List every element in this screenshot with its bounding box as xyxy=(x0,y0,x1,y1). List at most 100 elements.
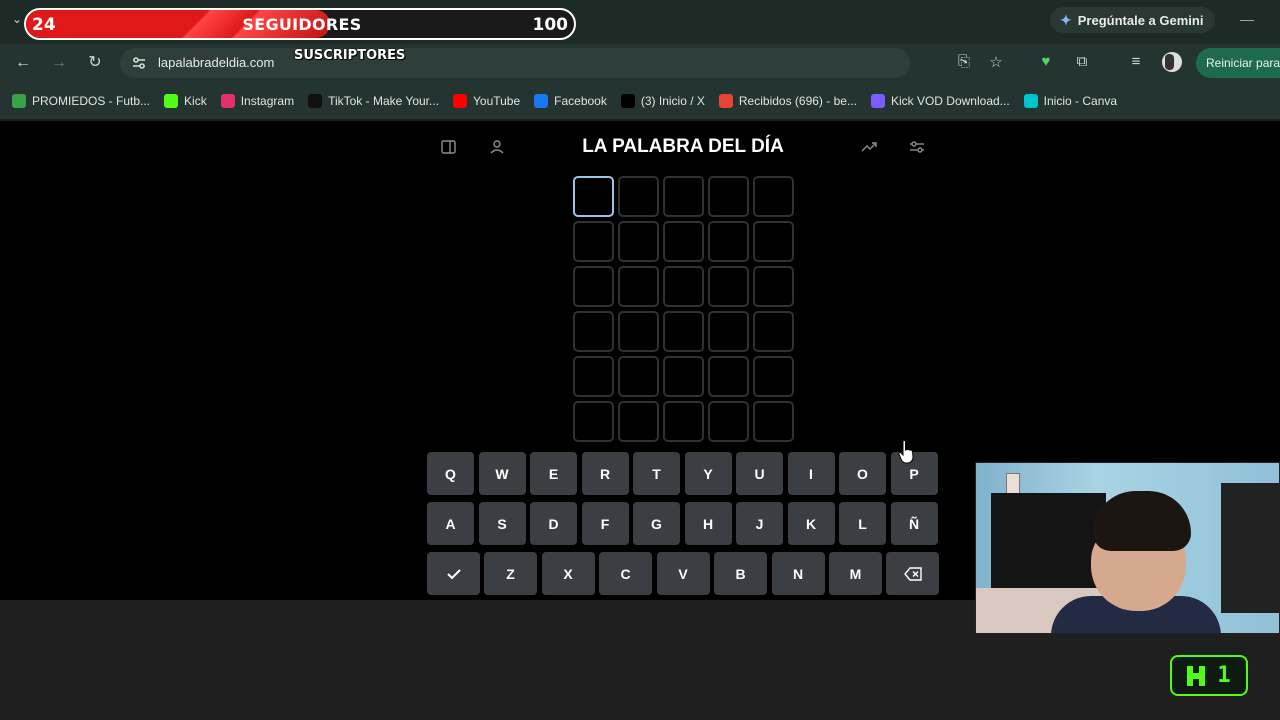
letter-cell[interactable] xyxy=(708,356,749,397)
letter-cell[interactable] xyxy=(753,266,794,307)
key-w[interactable]: W xyxy=(478,452,526,495)
letter-cell[interactable] xyxy=(618,221,659,262)
key-z[interactable]: Z xyxy=(484,552,537,595)
ask-gemini-button[interactable]: ✦ Pregúntale a Gemini xyxy=(1050,7,1216,33)
bookmark-star-icon[interactable]: ☆ xyxy=(986,53,1006,71)
install-app-icon[interactable]: ⎘ xyxy=(954,53,974,70)
key-h[interactable]: H xyxy=(684,502,732,545)
letter-cell[interactable] xyxy=(618,266,659,307)
forward-arrow-icon[interactable]: → xyxy=(49,53,69,73)
user-profile-icon[interactable] xyxy=(488,138,506,156)
key-e[interactable]: E xyxy=(530,452,577,495)
streamer xyxy=(1051,491,1221,633)
letter-cell[interactable] xyxy=(663,221,704,262)
key-f[interactable]: F xyxy=(581,502,629,545)
letter-cell[interactable] xyxy=(573,356,614,397)
letter-cell[interactable] xyxy=(663,356,704,397)
key-y[interactable]: Y xyxy=(684,452,732,495)
site-settings-icon[interactable] xyxy=(130,54,148,72)
tab-search-chevron-icon[interactable]: ⌄ xyxy=(12,12,22,26)
key-l[interactable]: L xyxy=(839,502,886,545)
statistics-trend-icon[interactable] xyxy=(860,138,878,156)
bookmark-item[interactable]: Kick xyxy=(164,93,207,108)
letter-cell[interactable] xyxy=(663,266,704,307)
key-j[interactable]: J xyxy=(736,502,783,545)
letter-cell[interactable] xyxy=(573,266,614,307)
bookmark-item[interactable]: (3) Inicio / X xyxy=(620,93,705,108)
letter-cell[interactable] xyxy=(708,401,749,442)
back-arrow-icon[interactable]: ← xyxy=(13,53,33,73)
letter-cell[interactable] xyxy=(573,311,614,352)
letter-cell[interactable] xyxy=(663,311,704,352)
reload-icon[interactable]: ↻ xyxy=(85,53,105,73)
bookmark-item[interactable]: PROMIEDOS - Futb... xyxy=(12,93,150,108)
kick-viewer-badge: 1 xyxy=(1170,655,1248,696)
letter-cell[interactable] xyxy=(753,221,794,262)
minimize-window-button[interactable] xyxy=(1240,20,1254,21)
follower-goal-target: 100 xyxy=(532,15,569,35)
letter-cell[interactable] xyxy=(663,176,704,217)
key-n[interactable]: N xyxy=(771,552,825,595)
bookmark-label: TikTok - Make Your... xyxy=(328,93,439,108)
address-bar[interactable]: lapalabradeldia.com xyxy=(120,48,910,78)
restart-update-button[interactable]: Reiniciar para xyxy=(1196,48,1280,78)
letter-cell[interactable] xyxy=(753,176,794,217)
letter-cell-active[interactable] xyxy=(573,176,614,217)
key-s[interactable]: S xyxy=(478,502,526,545)
bookmark-label: Inicio - Canva xyxy=(1043,93,1118,108)
backspace-key[interactable] xyxy=(886,552,939,595)
key-ñ[interactable]: Ñ xyxy=(890,502,938,545)
bookmark-item[interactable]: YouTube xyxy=(453,93,520,108)
bookmark-item[interactable]: Inicio - Canva xyxy=(1023,93,1118,108)
bookmark-label: Instagram xyxy=(240,93,295,108)
letter-cell[interactable] xyxy=(618,401,659,442)
letter-cell[interactable] xyxy=(708,266,749,307)
media-controls-icon[interactable]: ≡ xyxy=(1126,53,1146,70)
letter-cell[interactable] xyxy=(663,401,704,442)
bookmark-label: Kick VOD Download... xyxy=(890,93,1010,108)
kick-viewer-count: 1 xyxy=(1217,663,1231,688)
letter-cell[interactable] xyxy=(573,221,614,262)
key-d[interactable]: D xyxy=(530,502,577,545)
key-c[interactable]: C xyxy=(599,552,652,595)
letter-cell[interactable] xyxy=(753,356,794,397)
letter-cell[interactable] xyxy=(753,311,794,352)
key-k[interactable]: K xyxy=(787,502,835,545)
key-x[interactable]: X xyxy=(541,552,595,595)
bookmark-item[interactable]: Facebook xyxy=(534,93,607,108)
letter-cell[interactable] xyxy=(618,356,659,397)
settings-sliders-icon[interactable] xyxy=(908,138,926,156)
letter-cell[interactable] xyxy=(618,311,659,352)
extension-shield-icon[interactable]: ♥ xyxy=(1036,53,1056,70)
key-r[interactable]: R xyxy=(581,452,629,495)
extensions-puzzle-icon[interactable]: ⧉ xyxy=(1072,53,1092,70)
profile-avatar[interactable] xyxy=(1162,52,1182,72)
key-b[interactable]: B xyxy=(714,552,767,595)
letter-cell[interactable] xyxy=(573,401,614,442)
letter-cell[interactable] xyxy=(708,221,749,262)
key-i[interactable]: I xyxy=(787,452,835,495)
key-a[interactable]: A xyxy=(427,502,474,545)
enter-key[interactable] xyxy=(427,552,480,595)
bookmark-item[interactable]: Instagram xyxy=(220,93,295,108)
bookmark-item[interactable]: TikTok - Make Your... xyxy=(308,93,439,108)
letter-cell[interactable] xyxy=(708,311,749,352)
follower-goal-label: SEGUIDORES xyxy=(242,15,362,34)
letter-cell[interactable] xyxy=(618,176,659,217)
bookmark-item[interactable]: Recibidos (696) - be... xyxy=(718,93,857,108)
key-u[interactable]: U xyxy=(736,452,783,495)
ask-gemini-label: Pregúntale a Gemini xyxy=(1077,12,1204,28)
key-o[interactable]: O xyxy=(839,452,886,495)
letter-cell[interactable] xyxy=(753,401,794,442)
key-m[interactable]: M xyxy=(829,552,882,595)
letter-cell[interactable] xyxy=(708,176,749,217)
checkmark-icon xyxy=(446,568,461,579)
bookmark-item[interactable]: Kick VOD Download... xyxy=(870,93,1010,108)
sidebar-toggle-icon[interactable] xyxy=(440,138,458,156)
bookmark-favicon-icon xyxy=(453,93,467,108)
key-t[interactable]: T xyxy=(633,452,680,495)
key-v[interactable]: V xyxy=(656,552,710,595)
key-q[interactable]: Q xyxy=(427,452,474,495)
key-g[interactable]: G xyxy=(633,502,680,545)
url-text[interactable]: lapalabradeldia.com xyxy=(158,55,274,70)
